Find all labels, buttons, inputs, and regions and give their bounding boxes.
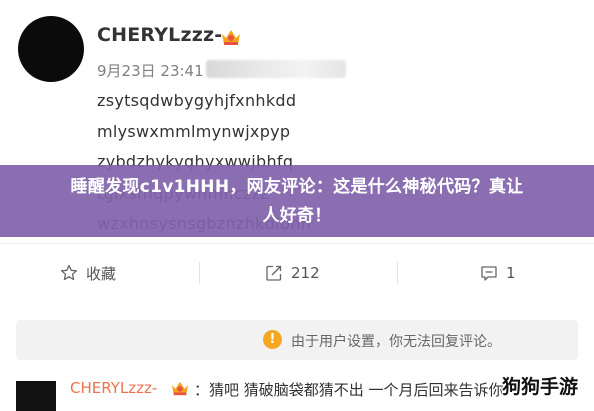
notice-text: 由于用户设置，你无法回复评论。 (291, 334, 501, 350)
code-line-2: mlyswxmmlmynwjxpyp (97, 122, 291, 141)
favorite-button[interactable]: 收藏 (60, 262, 116, 284)
comment-username[interactable]: CHERYLzzz- (70, 379, 157, 397)
code-line-1: zsytsqdwbygyhjfxnhkdd (97, 91, 297, 110)
comment-icon (481, 266, 497, 281)
post-timestamp: 9月23日 23:41 (97, 62, 204, 80)
repost-icon (266, 265, 282, 281)
action-separator (397, 262, 398, 284)
site-watermark: 狗狗手游 (502, 376, 579, 398)
headline-banner: 睡醒发现c1v1HHH，网友评论：这是什么神秘代码？真让 人好奇！ (0, 165, 594, 237)
divider (0, 243, 594, 244)
avatar[interactable] (18, 16, 84, 82)
headline-line-2: 人好奇！ (262, 206, 332, 226)
comment-count: 1 (506, 264, 516, 282)
repost-button[interactable]: 212 (265, 262, 320, 284)
post-username[interactable]: CHERYLzzz- (97, 24, 222, 46)
comment-avatar[interactable] (16, 381, 56, 411)
comment-button[interactable]: 1 (480, 262, 516, 284)
vip-crown-badge-icon (222, 30, 240, 45)
blurred-source-info (206, 60, 346, 78)
star-icon (60, 264, 78, 281)
vip-crown-badge-icon (171, 381, 189, 396)
comment-text: ：猜吧 猜破脑袋都猜不出 一个月后回来告诉你 (194, 381, 504, 399)
headline-line-1: 睡醒发现c1v1HHH，网友评论：这是什么神秘代码？真让 (70, 177, 524, 197)
warning-icon: ! (263, 330, 282, 349)
action-separator (199, 262, 200, 284)
favorite-label: 收藏 (86, 264, 117, 283)
repost-count: 212 (291, 264, 320, 282)
